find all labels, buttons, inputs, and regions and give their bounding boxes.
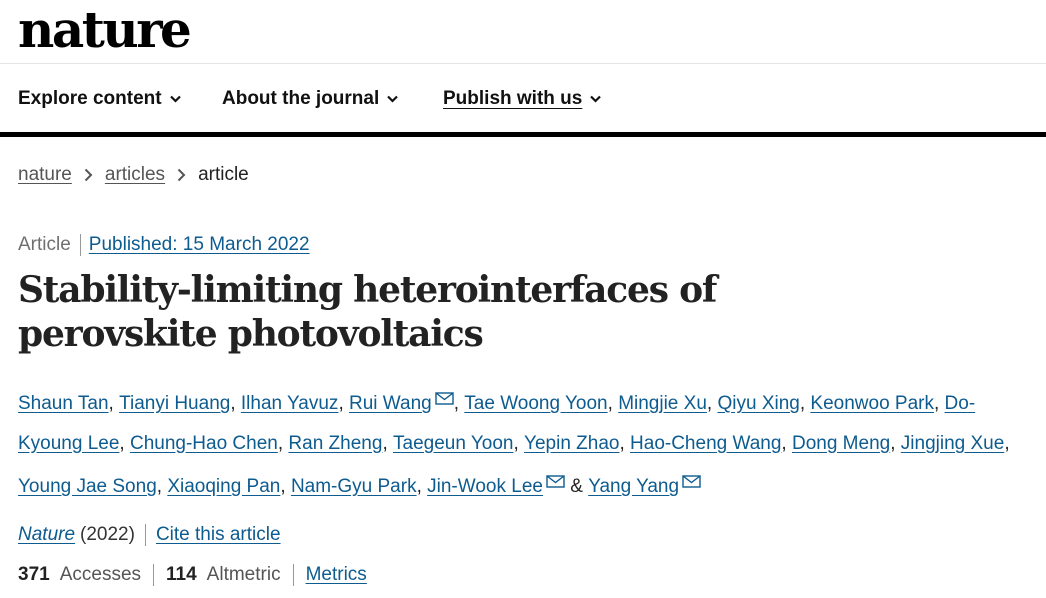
author-link[interactable]: Rui Wang bbox=[349, 393, 432, 414]
author-item: Mingjie Xu, bbox=[618, 393, 718, 414]
author-link[interactable]: Nam-Gyu Park bbox=[291, 476, 417, 497]
author-link[interactable]: Taegeun Yoon bbox=[393, 433, 513, 454]
nav-explore-content[interactable]: Explore content bbox=[18, 88, 181, 110]
author-link[interactable]: Chung-Hao Chen bbox=[130, 433, 278, 454]
nav-about-journal-label: About the journal bbox=[222, 88, 380, 109]
article-title: Stability-limiting heterointerfaces of p… bbox=[18, 269, 717, 355]
accesses-label: Accesses bbox=[60, 564, 155, 586]
journal-info: Nature (2022) Cite this article bbox=[18, 524, 281, 546]
chevron-right-icon bbox=[177, 168, 186, 182]
article-metrics: 371 Accesses 114 Altmetric Metrics bbox=[18, 564, 367, 586]
author-link[interactable]: Keonwoo Park bbox=[810, 393, 934, 414]
breadcrumb: nature articles article bbox=[18, 164, 249, 186]
author-item: Shaun Tan, bbox=[18, 393, 120, 414]
nature-logo[interactable]: nature bbox=[18, 2, 192, 58]
author-link[interactable]: Jin-Wook Lee bbox=[427, 476, 543, 497]
accesses-count: 371 bbox=[18, 564, 50, 585]
author-item: Jingjing Xue, bbox=[900, 432, 1010, 454]
author-list: Shaun Tan, Tianyi Huang, Ilhan Yavuz, Ru… bbox=[18, 380, 1018, 507]
author-link[interactable]: Qiyu Xing bbox=[717, 393, 799, 414]
published-date-link[interactable]: Published: 15 March 2022 bbox=[81, 234, 310, 256]
main-nav: Explore content About the journal Publis… bbox=[0, 64, 1046, 137]
author-link[interactable]: Ran Zheng bbox=[288, 433, 382, 454]
journal-year: (2022) bbox=[80, 524, 146, 546]
author-link[interactable]: Tianyi Huang bbox=[119, 393, 230, 414]
author-item: Hao-Cheng Wang, bbox=[630, 432, 792, 454]
author-link[interactable]: Yepin Zhao bbox=[524, 433, 619, 454]
chevron-down-icon bbox=[169, 95, 181, 103]
chevron-right-icon bbox=[84, 168, 93, 182]
author-link[interactable]: Mingjie Xu bbox=[618, 393, 707, 414]
author-link[interactable]: Dong Meng bbox=[792, 433, 890, 454]
article-meta: Article Published: 15 March 2022 bbox=[18, 234, 310, 256]
author-link[interactable]: Yang Yang bbox=[588, 476, 679, 497]
nav-publish-with-us[interactable]: Publish with us bbox=[443, 88, 602, 110]
author-item: Jin-Wook Lee & bbox=[427, 475, 588, 497]
author-item: Keonwoo Park, bbox=[810, 393, 945, 414]
breadcrumb-nature[interactable]: nature bbox=[18, 164, 72, 186]
article-type: Article bbox=[18, 234, 81, 256]
author-item: Nam-Gyu Park, bbox=[290, 476, 428, 497]
author-item: Dong Meng, bbox=[791, 432, 901, 454]
author-item: Yang Yang bbox=[588, 475, 701, 497]
cite-article-link[interactable]: Cite this article bbox=[146, 524, 281, 546]
author-link[interactable]: Jingjing Xue bbox=[901, 433, 1005, 454]
nav-explore-content-label: Explore content bbox=[18, 88, 162, 109]
author-item: Taegeun Yoon, bbox=[393, 432, 525, 454]
author-item: Ran Zheng, bbox=[288, 432, 393, 454]
author-link[interactable]: Tae Woong Yoon bbox=[464, 393, 607, 414]
author-item: Chung-Hao Chen, bbox=[129, 432, 289, 454]
site-header: nature bbox=[0, 0, 1046, 64]
journal-link[interactable]: Nature bbox=[18, 524, 75, 546]
author-item: Tianyi Huang, bbox=[119, 393, 241, 414]
author-item: Qiyu Xing, bbox=[717, 393, 811, 414]
author-link[interactable]: Hao-Cheng Wang bbox=[630, 433, 781, 454]
author-item: Tae Woong Yoon, bbox=[464, 393, 619, 414]
author-link[interactable]: Young Jae Song bbox=[18, 476, 157, 497]
email-icon[interactable] bbox=[682, 463, 701, 488]
breadcrumb-article: article bbox=[198, 164, 249, 185]
email-icon[interactable] bbox=[435, 380, 454, 405]
author-item: Rui Wang, bbox=[349, 392, 464, 414]
breadcrumb-articles[interactable]: articles bbox=[105, 164, 165, 186]
author-link[interactable]: Shaun Tan bbox=[18, 393, 109, 414]
email-icon[interactable] bbox=[546, 463, 565, 488]
author-link[interactable]: Xiaoqing Pan bbox=[167, 476, 280, 497]
author-item: Yepin Zhao, bbox=[524, 432, 631, 454]
metrics-link[interactable]: Metrics bbox=[306, 564, 367, 586]
chevron-down-icon bbox=[387, 95, 399, 103]
nav-about-journal[interactable]: About the journal bbox=[222, 88, 399, 110]
nav-publish-with-us-label: Publish with us bbox=[443, 88, 583, 109]
author-item: Young Jae Song, bbox=[18, 476, 168, 497]
chevron-down-icon bbox=[590, 95, 602, 103]
author-link[interactable]: Ilhan Yavuz bbox=[241, 393, 339, 414]
author-item: Xiaoqing Pan, bbox=[167, 476, 291, 497]
altmetric-count: 114 bbox=[166, 564, 197, 585]
author-item: Ilhan Yavuz, bbox=[240, 393, 349, 414]
altmetric-label: Altmetric bbox=[207, 564, 294, 586]
